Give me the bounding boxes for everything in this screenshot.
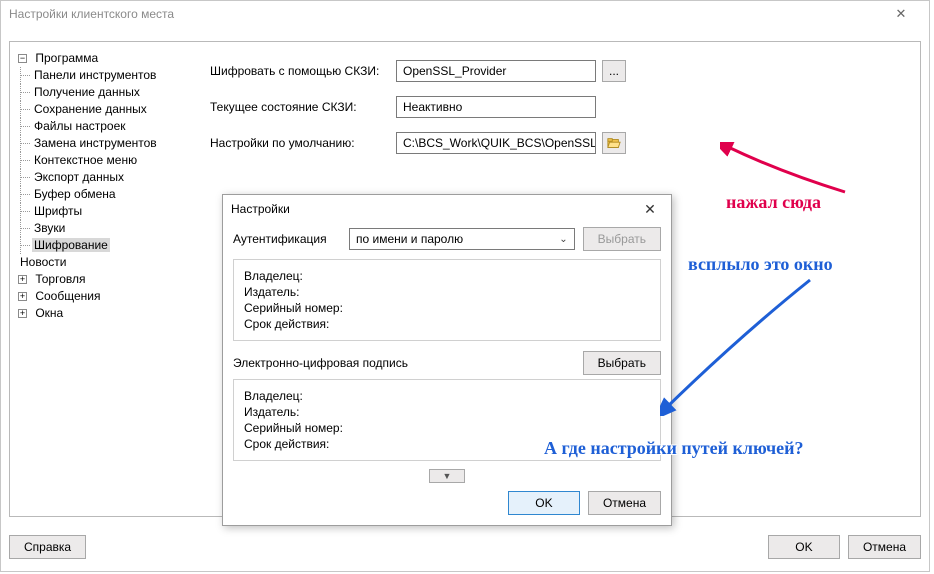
tree-item[interactable]: Контекстное меню	[32, 153, 139, 167]
tree-item[interactable]: Сохранение данных	[32, 102, 149, 116]
tree-toggle[interactable]: +	[18, 292, 27, 301]
eds-select-button[interactable]: Выбрать	[583, 351, 661, 375]
auth-select-value: по имени и паролю	[356, 232, 463, 246]
default-settings-field[interactable]: C:\BCS_Work\QUIK_BCS\OpenSSL	[396, 132, 596, 154]
tree-toggle[interactable]: +	[18, 275, 27, 284]
tree-node-news[interactable]: Новости	[18, 255, 68, 269]
dialog-cancel-button[interactable]: Отмена	[588, 491, 661, 515]
tree-item[interactable]: Экспорт данных	[32, 170, 126, 184]
crypto-provider-browse-button[interactable]: ...	[602, 60, 626, 82]
tree-item[interactable]: Шрифты	[32, 204, 84, 218]
main-window-title: Настройки клиентского места	[9, 7, 174, 21]
tree-item[interactable]: Получение данных	[32, 85, 142, 99]
tree-item[interactable]: Файлы настроек	[32, 119, 128, 133]
crypto-state-label: Текущее состояние СКЗИ:	[210, 100, 396, 114]
dialog-body: Аутентификация по имени и паролю ⌄ Выбра…	[223, 223, 671, 523]
auth-row: Аутентификация по имени и паролю ⌄ Выбра…	[233, 227, 661, 251]
help-button[interactable]: Справка	[9, 535, 86, 559]
expand-button[interactable]: ▼	[429, 469, 465, 483]
form-row-default-settings: Настройки по умолчанию: C:\BCS_Work\QUIK…	[210, 132, 912, 154]
dialog-close-button[interactable]: ✕	[629, 195, 671, 223]
chevron-down-icon: ⌄	[559, 234, 567, 245]
cert-auth-expiry: Срок действия:	[244, 316, 650, 332]
dialog-buttons: OK Отмена	[233, 491, 661, 515]
cert-auth-owner: Владелец:	[244, 268, 650, 284]
cert-auth-issuer: Издатель:	[244, 284, 650, 300]
cert-eds-expiry: Срок действия:	[244, 436, 650, 452]
crypto-state-field: Неактивно	[396, 96, 596, 118]
settings-tree[interactable]: − Программа Панели инструментов Получени…	[18, 50, 202, 508]
main-buttons: Справка OK Отмена	[9, 535, 921, 559]
auth-select-button[interactable]: Выбрать	[583, 227, 661, 251]
main-close-button[interactable]: ✕	[881, 6, 921, 22]
tree-item[interactable]: Замена инструментов	[32, 136, 159, 150]
crypto-provider-field[interactable]: OpenSSL_Provider	[396, 60, 596, 82]
tree-node-trading[interactable]: Торговля	[33, 272, 87, 286]
cert-eds-issuer: Издатель:	[244, 404, 650, 420]
default-settings-open-button[interactable]	[602, 132, 626, 154]
eds-header: Электронно-цифровая подпись Выбрать	[233, 351, 661, 375]
tree-item[interactable]: Панели инструментов	[32, 68, 158, 82]
eds-label: Электронно-цифровая подпись	[233, 356, 408, 370]
ok-button[interactable]: OK	[768, 535, 840, 559]
tree-toggle-program[interactable]: −	[18, 54, 27, 63]
tree-node-messages[interactable]: Сообщения	[33, 289, 102, 303]
tree-item[interactable]: Звуки	[32, 221, 67, 235]
dialog-ok-button[interactable]: OK	[508, 491, 580, 515]
cert-auth-serial: Серийный номер:	[244, 300, 650, 316]
main-titlebar: Настройки клиентского места ✕	[1, 1, 929, 27]
cert-eds-owner: Владелец:	[244, 388, 650, 404]
tree-toggle[interactable]: +	[18, 309, 27, 318]
cert-auth-group: Владелец: Издатель: Серийный номер: Срок…	[233, 259, 661, 341]
auth-select[interactable]: по имени и паролю ⌄	[349, 228, 575, 250]
tree-item[interactable]: Буфер обмена	[32, 187, 118, 201]
folder-open-icon	[607, 136, 621, 150]
form-row-crypto-state: Текущее состояние СКЗИ: Неактивно	[210, 96, 912, 118]
cancel-button[interactable]: Отмена	[848, 535, 921, 559]
default-settings-label: Настройки по умолчанию:	[210, 136, 396, 150]
tree-item-encryption[interactable]: Шифрование	[32, 238, 110, 252]
form-row-crypto-provider: Шифровать с помощью СКЗИ: OpenSSL_Provid…	[210, 60, 912, 82]
encryption-settings-panel: Шифровать с помощью СКЗИ: OpenSSL_Provid…	[210, 50, 912, 168]
cert-eds-serial: Серийный номер:	[244, 420, 650, 436]
tree-node-program[interactable]: Программа	[33, 51, 100, 65]
dialog-title: Настройки	[231, 202, 290, 216]
crypto-provider-label: Шифровать с помощью СКЗИ:	[210, 64, 396, 78]
tree-node-windows[interactable]: Окна	[33, 306, 65, 320]
dialog-titlebar: Настройки ✕	[223, 195, 671, 223]
settings-dialog: Настройки ✕ Аутентификация по имени и па…	[222, 194, 672, 526]
cert-eds-group: Владелец: Издатель: Серийный номер: Срок…	[233, 379, 661, 461]
auth-label: Аутентификация	[233, 232, 341, 246]
